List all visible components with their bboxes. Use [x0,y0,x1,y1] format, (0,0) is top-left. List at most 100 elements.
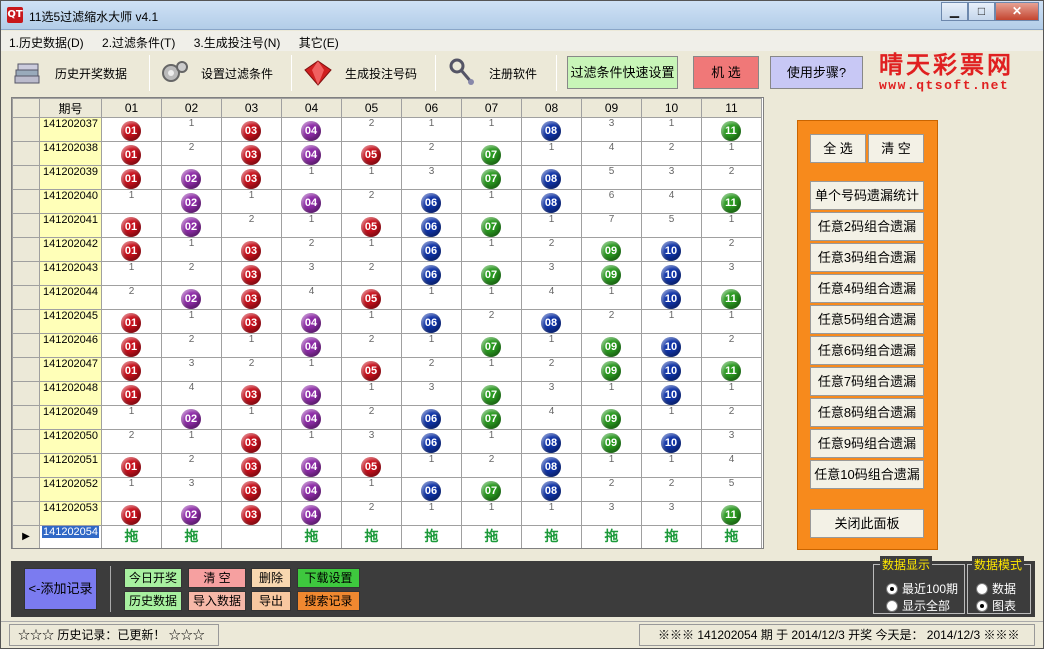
menu-history[interactable]: 1.历史数据(D) [1,31,91,51]
number-cell[interactable]: 拖 [341,525,402,548]
title-bar[interactable]: QT 11选5过滤缩水大师 v4.1 ▁ □ ✕ [1,1,1043,30]
number-cell[interactable]: 06 [401,261,462,286]
omission-stat-button[interactable]: 单个号码遗漏统计 [810,181,924,210]
number-cell[interactable]: 05 [341,213,402,238]
history-data-button[interactable]: 历史开奖数据 [13,54,127,92]
table-row[interactable]: 141202045 01 1 03 04 1 06 2 08 2 1 1 [12,309,762,334]
show-all-radio[interactable]: 显示全部 [886,597,950,614]
close-button[interactable]: ✕ [995,2,1039,21]
number-cell[interactable]: 06 [401,429,462,454]
column-header-number[interactable]: 05 [341,98,402,118]
import-data-button[interactable]: 导入数据 [188,591,246,611]
number-cell[interactable]: 1 [641,405,702,430]
number-cell[interactable]: 06 [401,237,462,262]
period-cell[interactable]: 141202037 [39,117,102,142]
number-cell[interactable]: 06 [401,189,462,214]
table-row[interactable]: 141202041 01 02 2 1 05 06 07 1 7 5 1 [12,213,762,238]
number-cell[interactable]: 11 [701,501,762,526]
number-cell[interactable]: 03 [221,237,282,262]
number-cell[interactable]: 1 [281,213,342,238]
number-cell[interactable]: 11 [701,117,762,142]
number-cell[interactable]: 08 [521,429,582,454]
number-cell[interactable]: 2 [341,117,402,142]
number-cell[interactable]: 2 [161,261,222,286]
number-cell[interactable]: 01 [101,453,162,478]
number-cell[interactable]: 3 [401,381,462,406]
column-header-number[interactable]: 09 [581,98,642,118]
number-cell[interactable]: 1 [581,285,642,310]
period-cell[interactable]: 141202048 [39,381,102,406]
number-cell[interactable]: 5 [641,213,702,238]
number-cell[interactable]: 04 [281,189,342,214]
table-row[interactable]: 141202040 1 02 1 04 2 06 1 08 6 4 11 [12,189,762,214]
number-cell[interactable]: 4 [521,405,582,430]
column-header-number[interactable]: 11 [701,98,762,118]
period-cell[interactable]: 141202041 [39,213,102,238]
number-cell[interactable]: 06 [401,213,462,238]
number-cell[interactable]: 拖 [641,525,702,548]
number-cell[interactable]: 3 [521,261,582,286]
number-cell[interactable]: 3 [161,477,222,502]
period-cell[interactable]: 141202040 [39,189,102,214]
number-cell[interactable]: 1 [161,429,222,454]
number-cell[interactable]: 01 [101,213,162,238]
help-steps-button[interactable]: 使用步骤? [770,56,863,89]
table-row[interactable]: 141202052 1 3 03 04 1 06 07 08 2 2 5 [12,477,762,502]
number-cell[interactable]: 1 [221,189,282,214]
number-cell[interactable]: 1 [221,405,282,430]
number-cell[interactable]: 1 [101,405,162,430]
column-header-number[interactable]: 01 [101,98,162,118]
row-selector[interactable] [12,141,40,166]
number-cell[interactable]: 02 [161,213,222,238]
number-cell[interactable]: 1 [341,309,402,334]
number-cell[interactable]: 1 [341,165,402,190]
number-cell[interactable]: 2 [281,237,342,262]
number-cell[interactable]: 2 [161,453,222,478]
history-grid[interactable]: 期号 01 02 03 04 05 06 07 08 09 10 11 141202037 01 1 03 0… [11,97,764,549]
number-cell[interactable]: 4 [281,285,342,310]
number-cell[interactable]: 4 [581,141,642,166]
number-cell[interactable]: 03 [221,261,282,286]
row-selector[interactable] [12,213,40,238]
close-panel-button[interactable]: 关闭此面板 [810,509,924,538]
table-row[interactable]: 141202042 01 1 03 2 1 06 1 2 09 10 2 [12,237,762,262]
number-cell[interactable]: 06 [401,477,462,502]
quick-filter-button[interactable]: 过滤条件快速设置 [567,56,678,89]
number-cell[interactable]: 1 [401,333,462,358]
number-cell[interactable]: 拖 [101,525,162,548]
number-cell[interactable]: 01 [101,237,162,262]
chart-mode-radio[interactable]: 图表 [976,597,1016,614]
number-cell[interactable]: 10 [641,429,702,454]
number-cell[interactable]: 01 [101,309,162,334]
row-selector[interactable] [12,405,40,430]
number-cell[interactable]: 2 [701,165,762,190]
period-cell[interactable]: 141202039 [39,165,102,190]
period-cell[interactable]: 141202045 [39,309,102,334]
period-cell[interactable]: 141202053 [39,501,102,526]
row-selector[interactable] [12,429,40,454]
number-cell[interactable]: 1 [461,357,522,382]
number-cell[interactable]: 10 [641,333,702,358]
row-selector[interactable] [12,501,40,526]
number-cell[interactable]: 04 [281,141,342,166]
omission-stat-button[interactable]: 任意3码组合遗漏 [810,243,924,272]
number-cell[interactable]: 2 [401,141,462,166]
menu-other[interactable]: 其它(E) [291,31,346,51]
number-cell[interactable]: 1 [701,381,762,406]
omission-stat-button[interactable]: 任意9码组合遗漏 [810,429,924,458]
number-cell[interactable]: 1 [281,429,342,454]
maximize-button[interactable]: □ [968,2,995,21]
number-cell[interactable]: 1 [161,309,222,334]
number-cell[interactable]: 08 [521,477,582,502]
number-cell[interactable]: 3 [581,501,642,526]
number-cell[interactable]: 07 [461,165,522,190]
number-cell[interactable]: 3 [161,357,222,382]
number-cell[interactable]: 3 [701,261,762,286]
number-cell[interactable]: 2 [641,477,702,502]
period-cell[interactable]: 141202044 [39,285,102,310]
column-header-number[interactable]: 02 [161,98,222,118]
number-cell[interactable]: 3 [581,117,642,142]
number-cell[interactable]: 01 [101,381,162,406]
number-cell[interactable]: 1 [461,117,522,142]
number-cell[interactable]: 1 [641,117,702,142]
